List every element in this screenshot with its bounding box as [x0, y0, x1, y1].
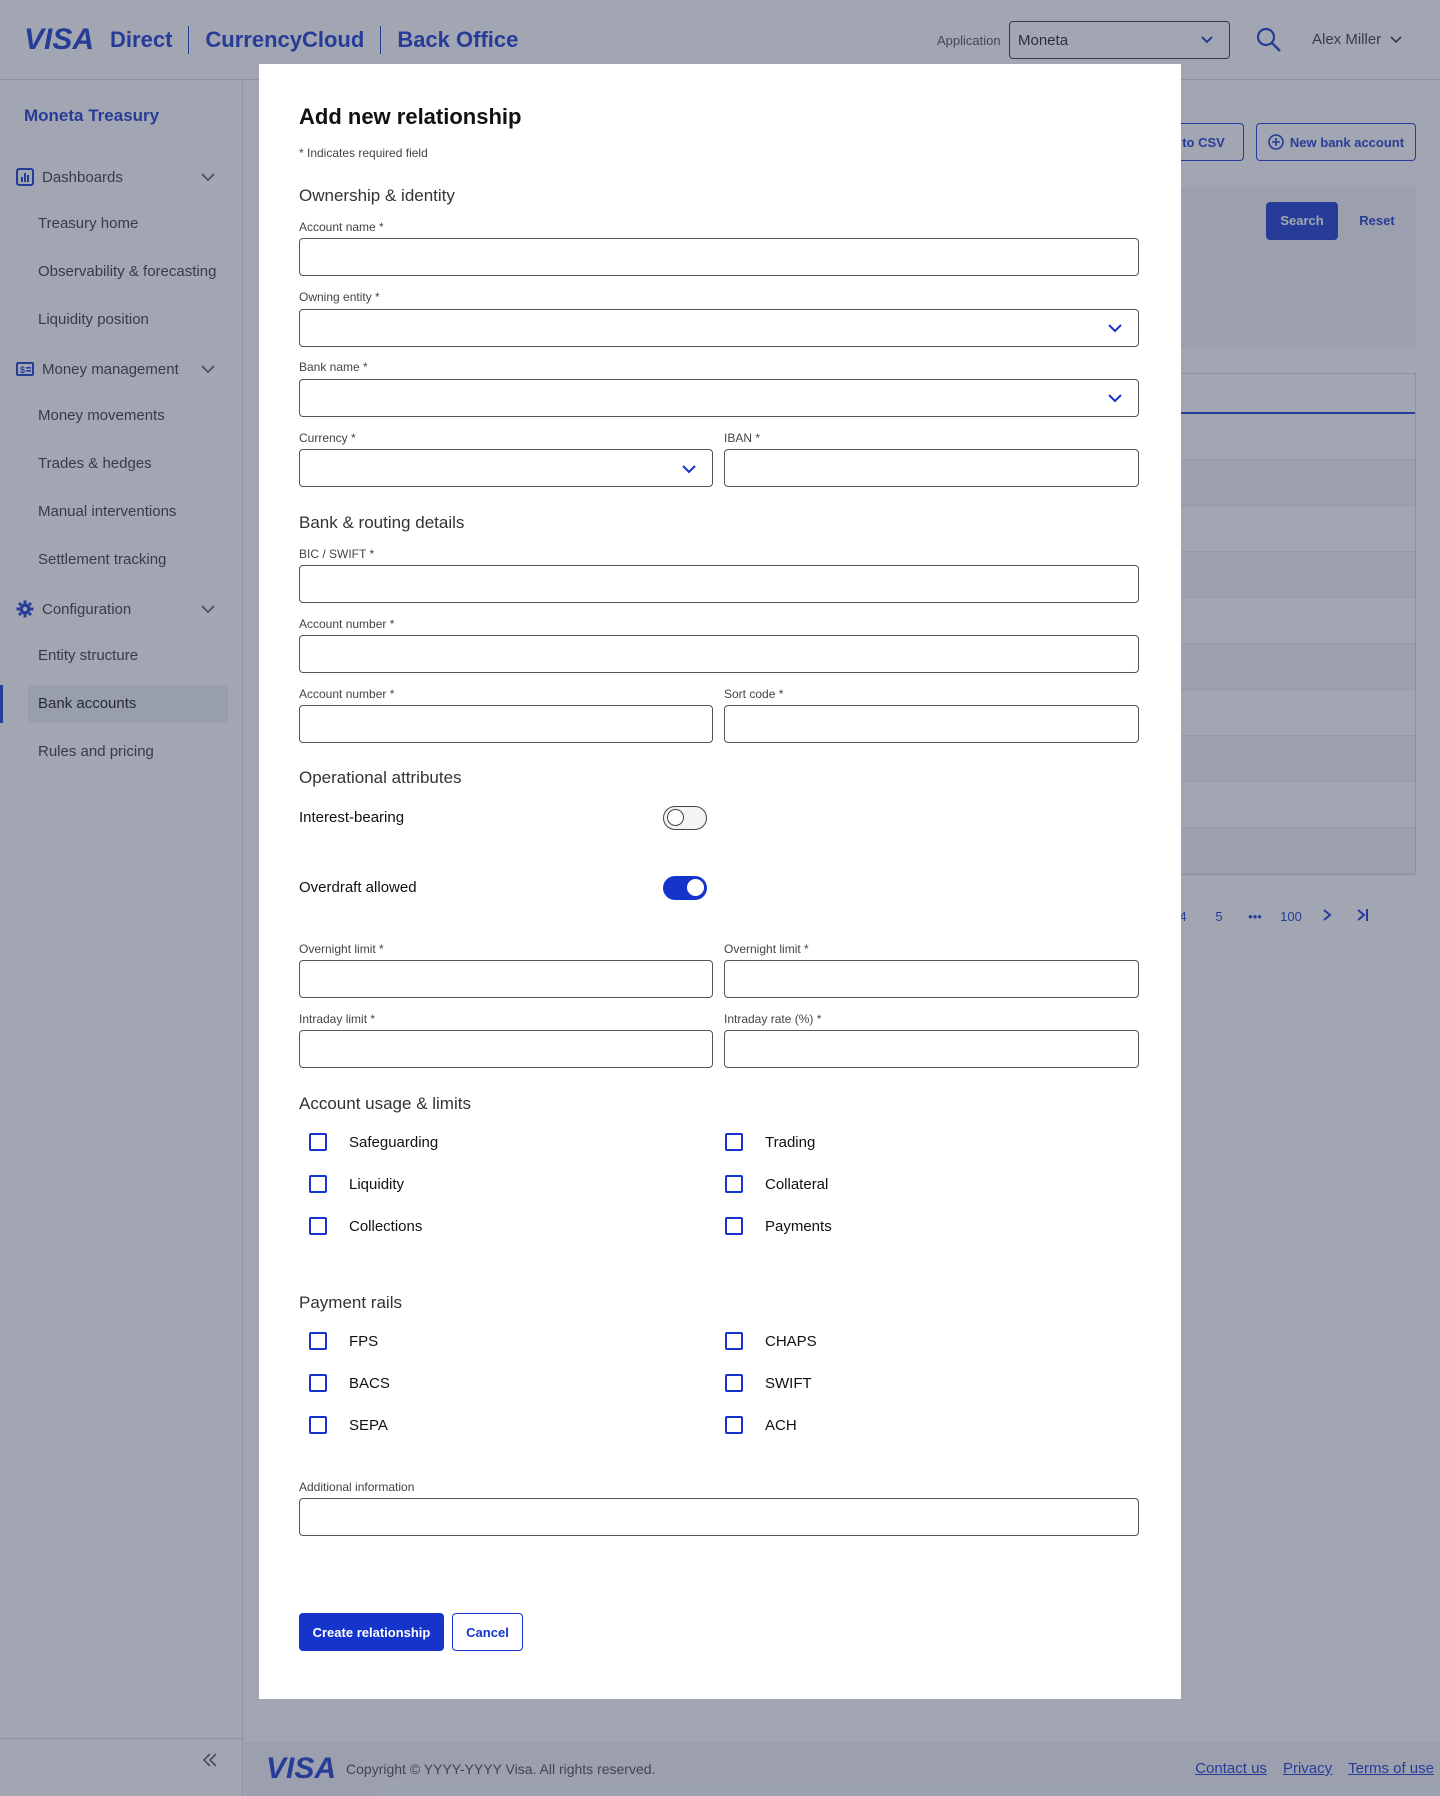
checkbox-label: Collections — [349, 1217, 423, 1235]
safeguarding-checkbox[interactable] — [309, 1133, 327, 1151]
section-usage: Account usage & limits — [299, 1094, 471, 1113]
account-number-2-label: Account number * — [299, 687, 395, 701]
additional-info-label: Additional information — [299, 1480, 415, 1494]
currency-select[interactable] — [299, 449, 713, 487]
payments-checkbox[interactable] — [725, 1217, 743, 1235]
chaps-checkbox[interactable] — [725, 1332, 743, 1350]
account-name-input[interactable] — [299, 238, 1139, 276]
account-number-2-input[interactable] — [299, 705, 713, 743]
bank-name-select[interactable] — [299, 379, 1139, 417]
checkbox-label: Payments — [765, 1217, 832, 1235]
liquidity-checkbox-row[interactable]: Liquidity — [309, 1175, 404, 1193]
fps-checkbox[interactable] — [309, 1332, 327, 1350]
account-number-label: Account number * — [299, 617, 395, 631]
section-payment-rails: Payment rails — [299, 1293, 402, 1312]
trading-checkbox-row[interactable]: Trading — [725, 1133, 815, 1151]
add-relationship-modal: Add new relationship * Indicates require… — [259, 64, 1181, 1699]
intraday-rate-input[interactable] — [724, 1030, 1139, 1068]
ach-checkbox-row[interactable]: ACH — [725, 1416, 797, 1434]
checkbox-label: BACS — [349, 1374, 390, 1392]
liquidity-checkbox[interactable] — [309, 1175, 327, 1193]
iban-label: IBAN * — [724, 431, 761, 445]
overnight-limit-2-label: Overnight limit * — [724, 942, 809, 956]
sort-code-input[interactable] — [724, 705, 1139, 743]
checkbox-label: Trading — [765, 1133, 816, 1151]
sort-code-label: Sort code * — [724, 687, 784, 701]
toggle-knob — [667, 809, 684, 826]
owning-entity-select[interactable] — [299, 309, 1139, 347]
checkbox-label: CHAPS — [765, 1332, 817, 1350]
safeguarding-checkbox-row[interactable]: Safeguarding — [309, 1133, 438, 1151]
checkbox-label: Collateral — [765, 1175, 829, 1193]
swift-checkbox[interactable] — [725, 1374, 743, 1392]
owning-entity-label: Owning entity * — [299, 290, 380, 304]
section-operational: Operational attributes — [299, 768, 462, 787]
payments-checkbox-row[interactable]: Payments — [725, 1217, 832, 1235]
trading-checkbox[interactable] — [725, 1133, 743, 1151]
create-relationship-button[interactable]: Create relationship — [299, 1613, 444, 1651]
account-number-input[interactable] — [299, 635, 1139, 673]
checkbox-label: SEPA — [349, 1416, 388, 1434]
toggle-knob — [687, 879, 704, 896]
ach-checkbox[interactable] — [725, 1416, 743, 1434]
overnight-limit-label: Overnight limit * — [299, 942, 384, 956]
bacs-checkbox[interactable] — [309, 1374, 327, 1392]
checkbox-label: Safeguarding — [349, 1133, 439, 1151]
cancel-button[interactable]: Cancel — [452, 1613, 523, 1651]
additional-info-input[interactable] — [299, 1498, 1139, 1536]
modal-title: Add new relationship — [299, 104, 522, 129]
collateral-checkbox[interactable] — [725, 1175, 743, 1193]
intraday-limit-label: Intraday limit * — [299, 1012, 376, 1026]
iban-input[interactable] — [724, 449, 1139, 487]
collections-checkbox[interactable] — [309, 1217, 327, 1235]
swift-checkbox-row[interactable]: SWIFT — [725, 1374, 812, 1392]
collections-checkbox-row[interactable]: Collections — [309, 1217, 422, 1235]
checkbox-label: FPS — [349, 1332, 379, 1350]
fps-checkbox-row[interactable]: FPS — [309, 1332, 378, 1350]
account-name-label: Account name * — [299, 220, 384, 234]
bic-swift-input[interactable] — [299, 565, 1139, 603]
sepa-checkbox-row[interactable]: SEPA — [309, 1416, 388, 1434]
collateral-checkbox-row[interactable]: Collateral — [725, 1175, 828, 1193]
bic-swift-label: BIC / SWIFT * — [299, 547, 375, 561]
bacs-checkbox-row[interactable]: BACS — [309, 1374, 390, 1392]
intraday-rate-label: Intraday rate (%) * — [724, 1012, 822, 1026]
section-bank-routing: Bank & routing details — [299, 513, 465, 532]
checkbox-label: Liquidity — [349, 1175, 405, 1193]
intraday-limit-input[interactable] — [299, 1030, 713, 1068]
section-ownership: Ownership & identity — [299, 186, 455, 205]
overdraft-allowed-label: Overdraft allowed — [299, 879, 417, 896]
sepa-checkbox[interactable] — [309, 1416, 327, 1434]
checkbox-label: ACH — [765, 1416, 797, 1434]
overnight-limit-input[interactable] — [299, 960, 713, 998]
chaps-checkbox-row[interactable]: CHAPS — [725, 1332, 817, 1350]
interest-bearing-toggle[interactable] — [663, 806, 707, 830]
checkbox-label: SWIFT — [765, 1374, 812, 1392]
bank-name-label: Bank name * — [299, 360, 368, 374]
overdraft-allowed-toggle[interactable] — [663, 876, 707, 900]
currency-label: Currency * — [299, 431, 356, 445]
interest-bearing-label: Interest-bearing — [299, 809, 405, 826]
required-note: * Indicates required field — [299, 146, 428, 160]
overnight-limit-2-input[interactable] — [724, 960, 1139, 998]
